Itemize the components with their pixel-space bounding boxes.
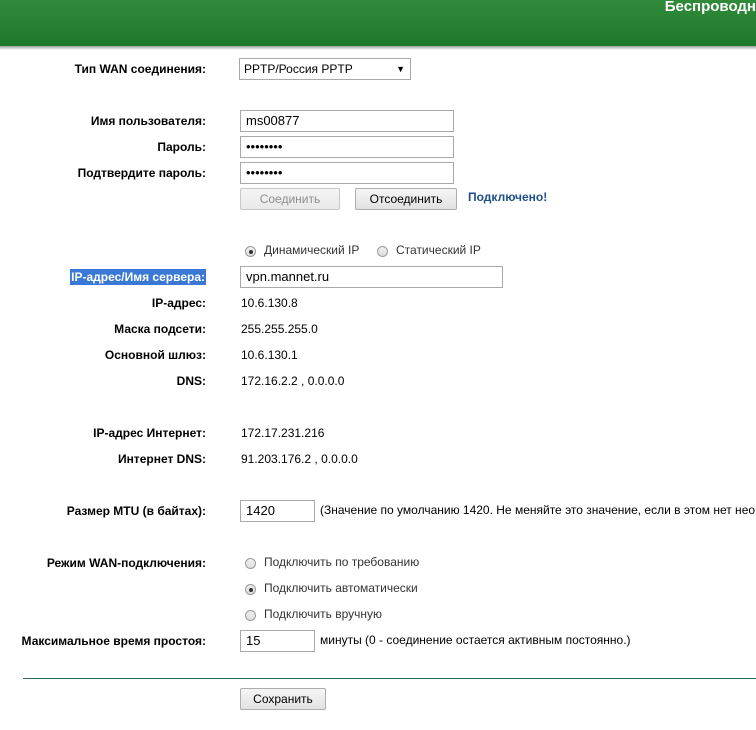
dynamic-ip-radio[interactable] bbox=[245, 246, 256, 257]
internet-dns-value: 91.203.176.2 , 0.0.0.0 bbox=[241, 452, 358, 466]
chevron-down-icon: ▼ bbox=[396, 64, 405, 74]
static-ip-label: Статический IP bbox=[396, 243, 481, 257]
idle-time-input[interactable]: 15 bbox=[240, 630, 315, 652]
mode-auto-radio[interactable] bbox=[245, 584, 256, 595]
dns-value: 172.16.2.2 , 0.0.0.0 bbox=[241, 374, 345, 388]
connection-status: Подключено! bbox=[468, 190, 548, 204]
subnet-mask-label: Маска подсети: bbox=[114, 322, 206, 336]
confirm-password-input[interactable]: •••••••• bbox=[240, 162, 454, 184]
disconnect-button[interactable]: Отсоединить bbox=[355, 188, 457, 210]
internet-ip-label: IP-адрес Интернет: bbox=[93, 426, 206, 440]
mtu-note: (Значение по умолчанию 1420. Не меняйте … bbox=[320, 503, 756, 517]
header-bar: Беспроводн bbox=[0, 0, 756, 46]
separator-line bbox=[23, 678, 756, 679]
idle-time-note: минуты (0 - соединение остается активным… bbox=[320, 633, 631, 647]
mode-manual-label: Подключить вручную bbox=[264, 607, 382, 621]
gateway-label: Основной шлюз: bbox=[104, 348, 206, 362]
mtu-input[interactable]: 1420 bbox=[240, 500, 315, 522]
server-input[interactable]: vpn.mannet.ru bbox=[240, 266, 503, 288]
wan-type-select[interactable]: PPTP/Россия PPTP ▼ bbox=[239, 58, 411, 80]
mode-manual-radio[interactable] bbox=[245, 610, 256, 621]
username-label: Имя пользователя: bbox=[90, 114, 206, 128]
dynamic-ip-label: Динамический IP bbox=[264, 243, 360, 257]
connect-button[interactable]: Соединить bbox=[240, 188, 340, 210]
wan-mode-label: Режим WAN-подключения: bbox=[46, 556, 206, 570]
ip-address-value: 10.6.130.8 bbox=[241, 296, 298, 310]
internet-ip-value: 172.17.231.216 bbox=[241, 426, 325, 440]
gateway-value: 10.6.130.1 bbox=[241, 348, 298, 362]
static-ip-radio[interactable] bbox=[377, 246, 388, 257]
mode-auto-label: Подключить автоматически bbox=[264, 581, 418, 595]
mode-on-demand-label: Подключить по требованию bbox=[264, 555, 420, 569]
wan-type-label: Тип WAN соединения: bbox=[74, 62, 206, 76]
password-label: Пароль: bbox=[157, 140, 206, 154]
mtu-label: Размер MTU (в байтах): bbox=[66, 504, 206, 518]
wan-type-value: PPTP/Россия PPTP bbox=[244, 62, 353, 76]
ip-address-label: IP-адрес: bbox=[151, 296, 206, 310]
username-input[interactable]: ms00877 bbox=[240, 110, 454, 132]
idle-time-label: Максимальное время простоя: bbox=[21, 634, 206, 648]
save-button[interactable]: Сохранить bbox=[240, 688, 326, 710]
subnet-mask-value: 255.255.255.0 bbox=[241, 322, 318, 336]
server-label: IP-адрес/Имя сервера: bbox=[70, 269, 206, 285]
confirm-password-label: Подтвердите пароль: bbox=[77, 166, 206, 180]
password-input[interactable]: •••••••• bbox=[240, 136, 454, 158]
header-title: Беспроводн bbox=[664, 0, 756, 15]
dns-label: DNS: bbox=[176, 374, 206, 388]
internet-dns-label: Интернет DNS: bbox=[117, 452, 206, 466]
header-shadow bbox=[0, 46, 756, 50]
mode-on-demand-radio[interactable] bbox=[245, 558, 256, 569]
